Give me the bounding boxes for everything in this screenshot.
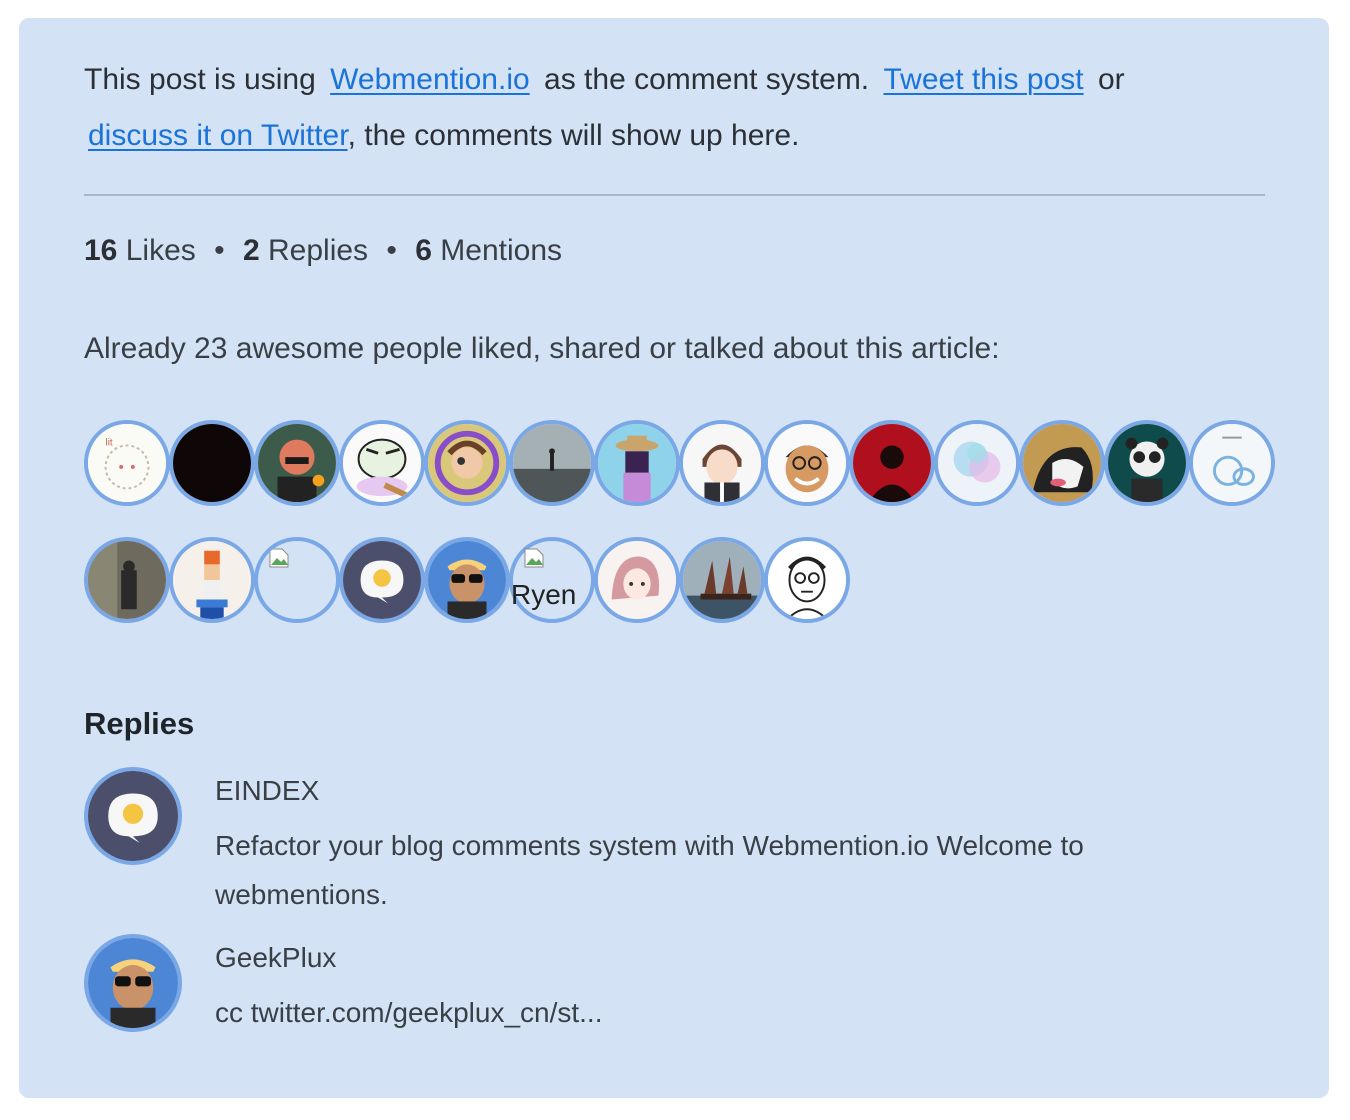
cartoon-avatar-icon: [258, 424, 336, 502]
facepile-avatar[interactable]: [1189, 420, 1275, 506]
facepile-avatar[interactable]: [424, 537, 510, 623]
facepile-avatar[interactable]: [169, 537, 255, 623]
facepile-avatar[interactable]: [509, 420, 595, 506]
sunglasses-avatar-icon: [428, 541, 506, 619]
reply-avatar[interactable]: [84, 767, 182, 865]
facepile-avatar-broken[interactable]: [254, 537, 340, 623]
facepile-avatar[interactable]: [339, 537, 425, 623]
mentions-label: Mentions: [440, 234, 563, 267]
anime-girl-avatar-icon: [598, 541, 676, 619]
sketch-face-avatar-icon: [343, 424, 421, 502]
facepile-avatar[interactable]: [849, 420, 935, 506]
facepile-avatar[interactable]: [594, 537, 680, 623]
tweet-this-post-link[interactable]: Tweet this post: [883, 63, 1083, 96]
reply-content: cc twitter.com/geekplux_cn/st...: [215, 997, 603, 1028]
facepile-avatar[interactable]: [764, 537, 850, 623]
facepile-avatar[interactable]: [169, 420, 255, 506]
svg-text:lit: lit: [106, 437, 113, 448]
watercolor-avatar-icon: [938, 424, 1016, 502]
pixel-avatar-icon: [173, 541, 251, 619]
broken-image-icon: [524, 548, 544, 568]
reply-author[interactable]: EINDEX: [215, 775, 319, 807]
facepile-caption: Already 23 awesome people liked, shared …: [84, 332, 1000, 365]
reply-avatar[interactable]: [84, 934, 182, 1032]
divider: [84, 194, 1265, 196]
doodle-avatar-icon: lit: [88, 424, 166, 502]
facepile-avatar[interactable]: [1019, 420, 1105, 506]
street-photo-avatar-icon: [88, 541, 166, 619]
egg-avatar-icon: [343, 541, 421, 619]
egg-avatar-icon: [88, 771, 178, 861]
facepile-avatar[interactable]: [424, 420, 510, 506]
line-portrait-avatar-icon: [768, 541, 846, 619]
facepile-avatar[interactable]: [679, 420, 765, 506]
likes-label: Likes: [125, 234, 196, 267]
intro-lead: This post is using: [84, 63, 316, 96]
facepile-avatar-broken[interactable]: Ryen: [509, 537, 595, 623]
facepile-avatar[interactable]: [254, 420, 340, 506]
mentions-count: 6: [415, 234, 432, 267]
facepile-avatar[interactable]: [934, 420, 1020, 506]
separator-dot: •: [386, 234, 397, 267]
illustrated-avatar-icon: [428, 424, 506, 502]
facepile-avatar[interactable]: lit: [84, 420, 170, 506]
astronaut-doodle-avatar-icon: [1193, 424, 1271, 502]
dark-avatar-icon: [173, 424, 251, 502]
likes-count: 16: [84, 234, 118, 267]
replies-heading: Replies: [84, 706, 195, 741]
sunglasses-avatar-icon: [88, 938, 178, 1028]
intro-or: or: [1097, 63, 1125, 96]
broken-image-icon: [269, 548, 289, 568]
reply-author[interactable]: GeekPlux: [215, 942, 336, 974]
anime-avatar-icon: [683, 424, 761, 502]
replies-label: Replies: [268, 234, 369, 267]
discuss-on-twitter-link[interactable]: discuss it on Twitter: [88, 119, 348, 152]
facepile-avatar[interactable]: [764, 420, 850, 506]
facepile-avatar[interactable]: [1104, 420, 1190, 506]
intro-paragraph: This post is using Webmention.io as the …: [84, 52, 1284, 164]
facepile-avatar[interactable]: [594, 420, 680, 506]
mention-stats: 16 Likes • 2 Replies • 6 Mentions: [84, 234, 562, 268]
landscape-avatar-icon: [513, 424, 591, 502]
replies-count: 2: [242, 234, 260, 267]
separator-dot: •: [214, 234, 225, 267]
cowboy-avatar-icon: [598, 424, 676, 502]
webmention-link[interactable]: Webmention.io: [330, 63, 530, 96]
facepile-avatar[interactable]: [679, 537, 765, 623]
facepile-avatar[interactable]: [84, 537, 170, 623]
dog-avatar-icon: [1023, 424, 1101, 502]
ships-avatar-icon: [683, 541, 761, 619]
intro-tail: , the comments will show up here.: [347, 119, 800, 152]
caricature-avatar-icon: [768, 424, 846, 502]
reply-content: Refactor your blog comments system with …: [215, 830, 1084, 910]
silhouette-avatar-icon: [853, 424, 931, 502]
panda-avatar-icon: [1108, 424, 1186, 502]
intro-mid: as the comment system.: [544, 63, 870, 96]
facepile-avatar[interactable]: [339, 420, 425, 506]
